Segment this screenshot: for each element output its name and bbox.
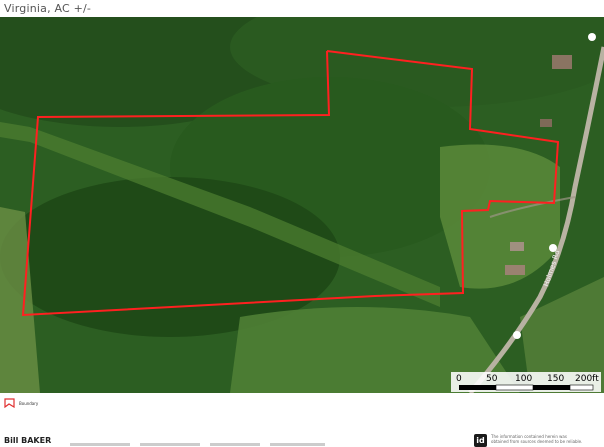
brand-logo: id	[474, 434, 487, 447]
scale-tick: 100	[515, 374, 533, 384]
agent-name: Bill BAKER	[4, 436, 52, 445]
building	[540, 119, 552, 127]
satellite-map[interactable]: Holmes Rd	[0, 17, 604, 393]
building	[505, 265, 525, 275]
boundary-swatch-icon	[4, 398, 15, 408]
route-marker-icon	[588, 33, 596, 41]
scale-tick: 150	[547, 374, 565, 384]
scale-segment	[569, 384, 594, 391]
scale-segment	[459, 385, 496, 390]
building	[552, 55, 572, 69]
route-marker-icon	[513, 331, 521, 339]
scale-tick: 50	[486, 374, 498, 384]
scale-tick: 0	[456, 374, 462, 384]
map-title: Virginia, AC +/-	[4, 2, 92, 15]
scale-segment	[533, 385, 570, 390]
footer-contact-blur	[70, 443, 325, 446]
map-legend: Boundary	[4, 398, 38, 408]
disclaimer-block: id The information contained herein was …	[474, 434, 583, 447]
disclaimer-text: The information contained herein was obt…	[491, 434, 583, 444]
scale-bar: 0 50 100 150 200ft	[451, 372, 601, 392]
scale-segment	[495, 384, 534, 391]
scale-tick: 200ft	[575, 374, 599, 384]
legend-label: Boundary	[19, 400, 39, 406]
building	[510, 242, 524, 251]
